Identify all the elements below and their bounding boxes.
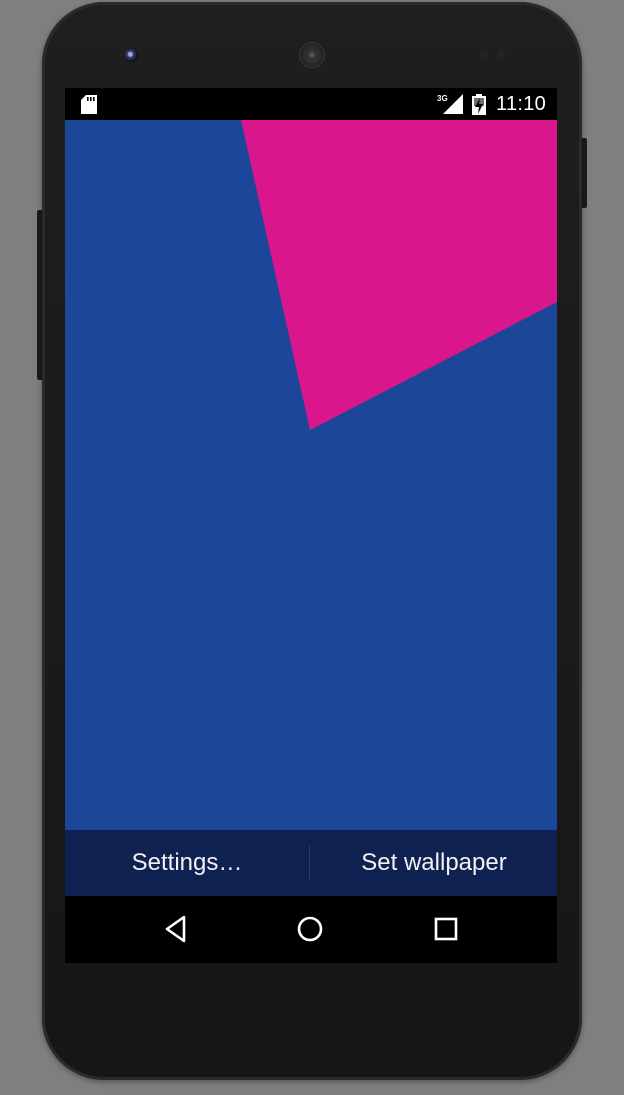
back-button[interactable] [159, 912, 193, 946]
settings-button[interactable]: Settings… [65, 830, 309, 896]
set-wallpaper-button[interactable]: Set wallpaper [311, 830, 557, 896]
back-icon [165, 915, 186, 943]
front-camera [124, 48, 138, 62]
device-screen: 3G 11:10 Settings… Set wallpaper [65, 88, 557, 963]
recents-button[interactable] [429, 912, 463, 946]
preview-action-bar: Settings… Set wallpaper [65, 830, 557, 896]
network-type-label: 3G [437, 94, 448, 103]
earpiece-speaker [299, 42, 325, 68]
proximity-sensor [480, 50, 488, 58]
signal-icon: 3G [437, 94, 463, 114]
navigation-bar [65, 896, 557, 963]
sd-card-icon [81, 95, 97, 114]
light-sensor [497, 50, 505, 58]
battery-charging-icon [472, 94, 486, 115]
recents-icon [434, 917, 458, 941]
status-bar: 3G 11:10 [65, 88, 557, 120]
status-clock: 11:10 [496, 93, 547, 115]
action-divider [309, 846, 310, 880]
home-icon [297, 916, 323, 942]
wallpaper-preview [65, 120, 557, 830]
home-button[interactable] [293, 912, 327, 946]
